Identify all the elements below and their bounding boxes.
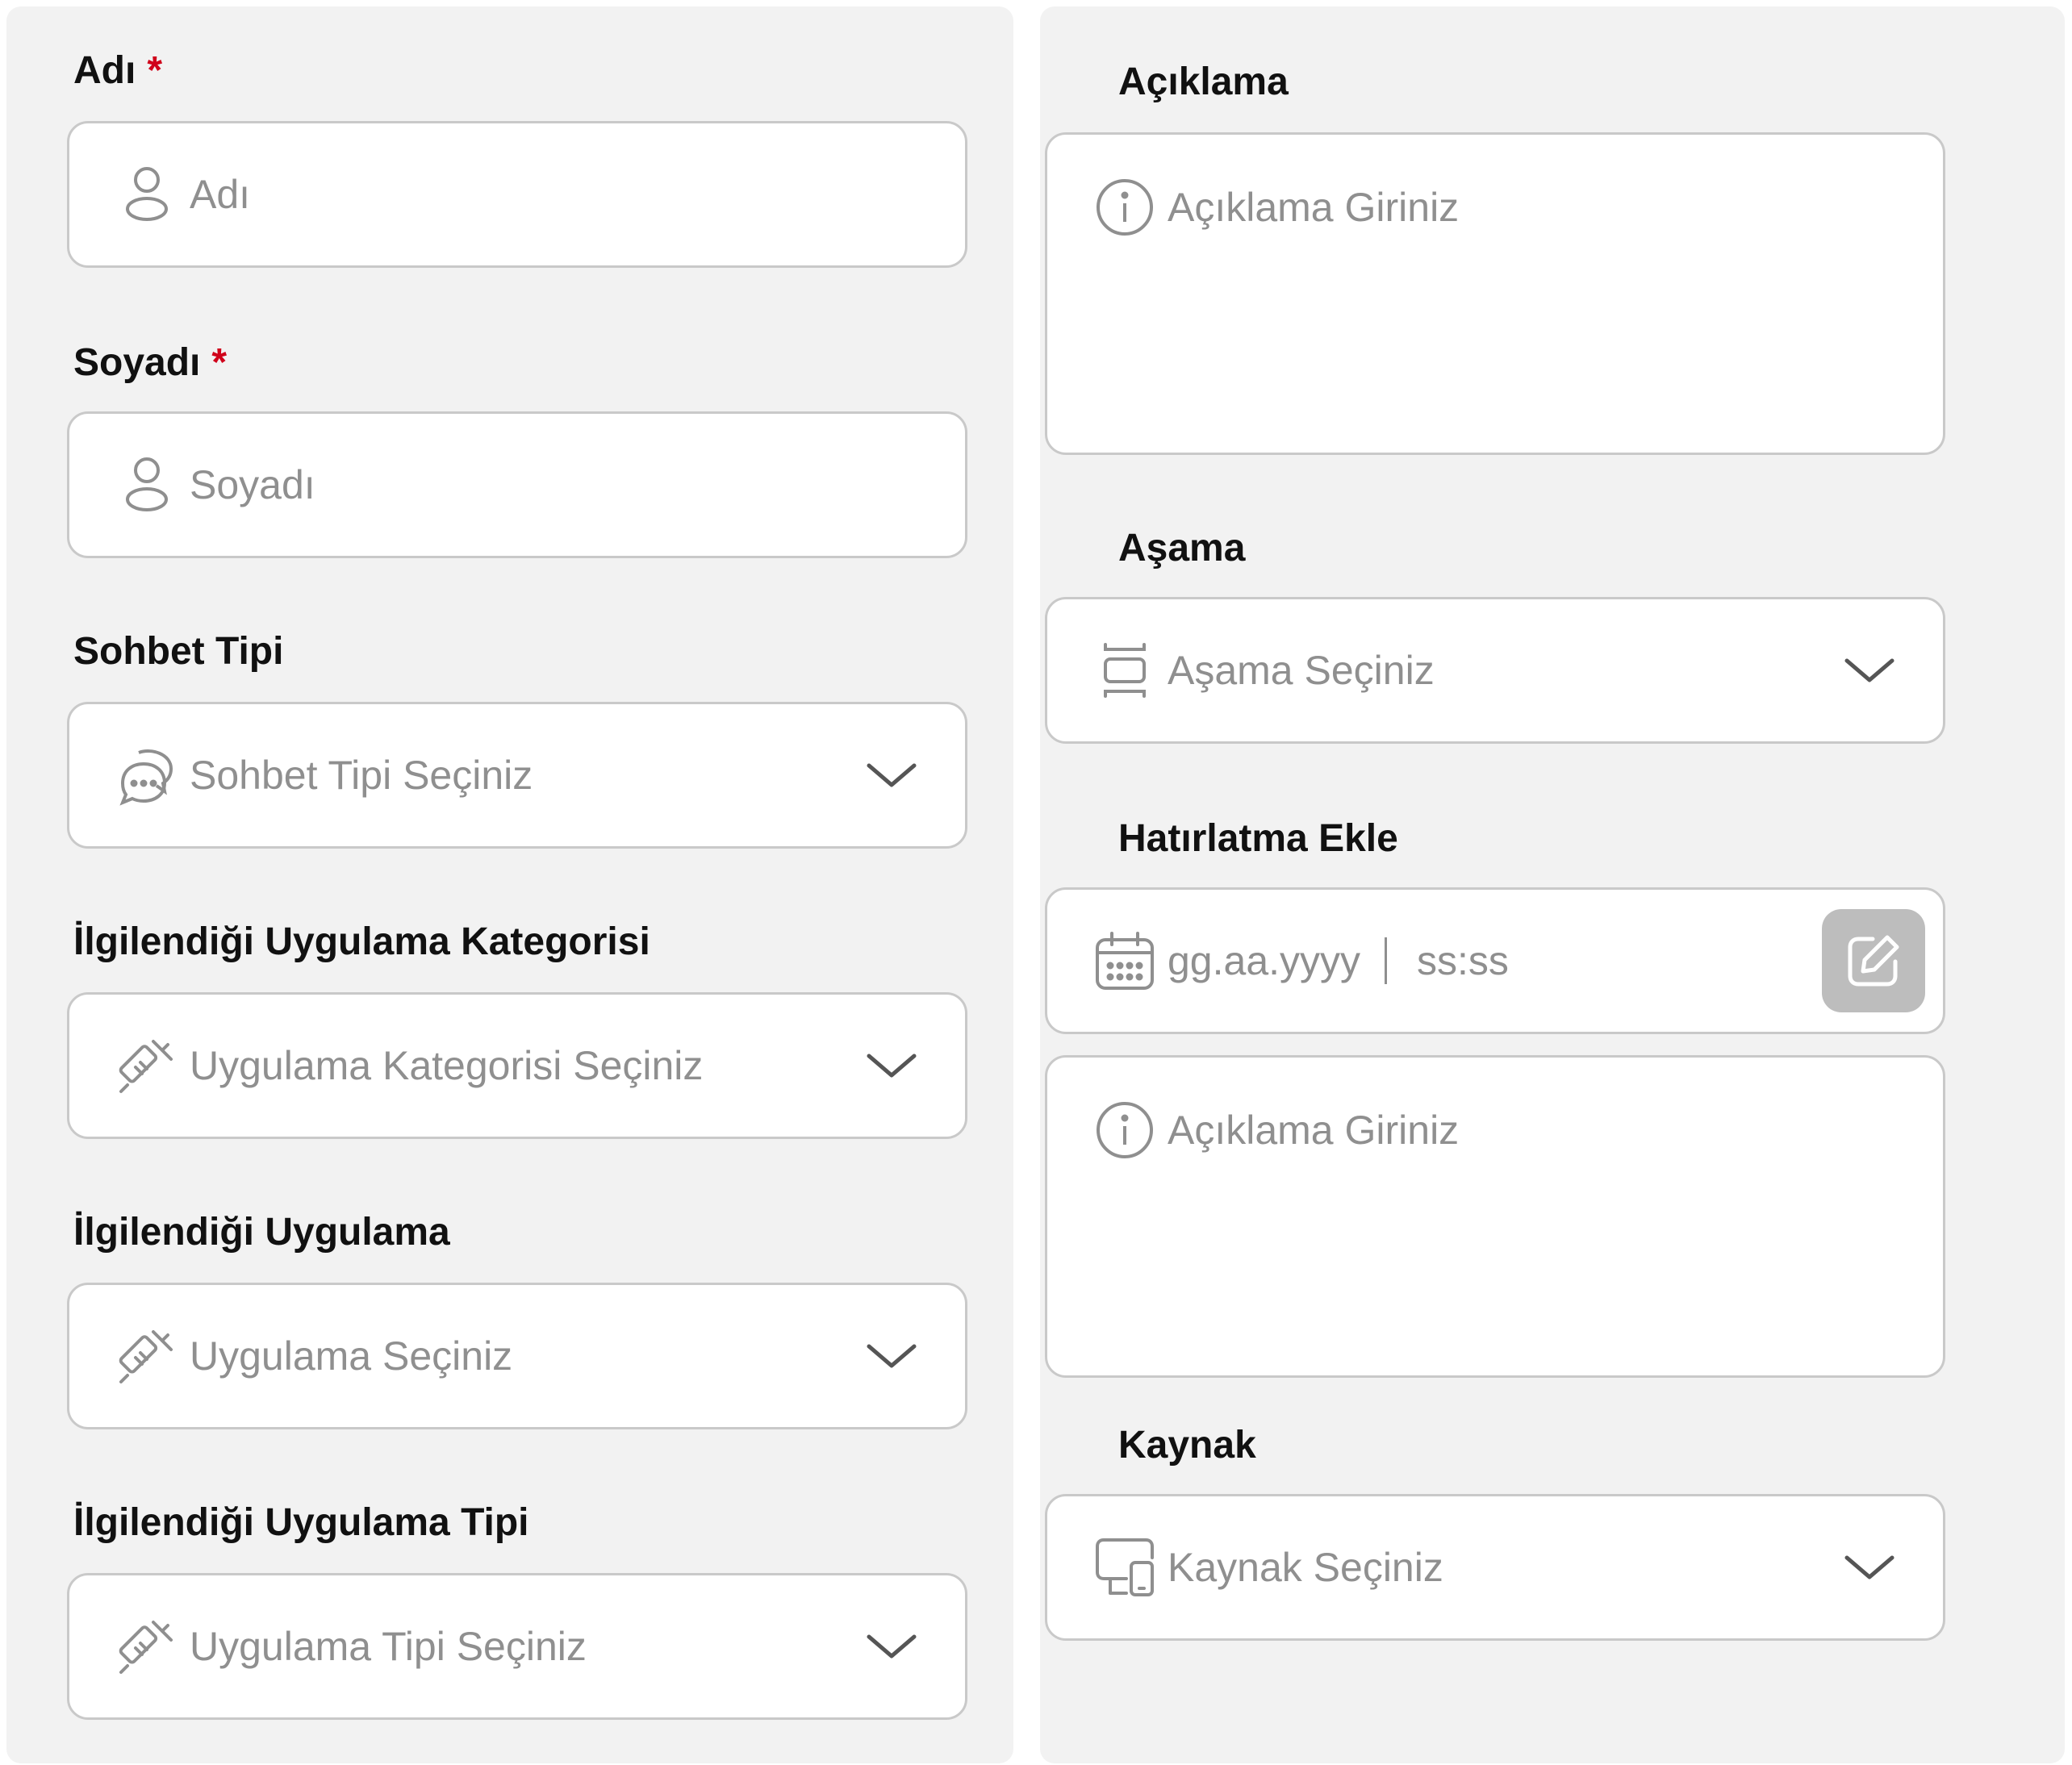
- reminder-note-textarea[interactable]: Açıklama Giriniz: [1045, 1055, 1945, 1378]
- app-category-label: İlgilendiği Uygulama Kategorisi: [73, 920, 650, 963]
- required-mark: *: [211, 341, 228, 384]
- chevron-down-icon[interactable]: [865, 1049, 918, 1082]
- description-label: Açıklama: [1118, 61, 1289, 103]
- user-icon: [116, 164, 178, 225]
- chat-type-select[interactable]: Sohbet Tipi Seçiniz: [67, 702, 967, 849]
- first-name-label-text: Adı: [73, 49, 136, 92]
- stage-icon: [1094, 640, 1155, 701]
- syringe-icon: [116, 1035, 178, 1096]
- stage-label: Aşama: [1118, 527, 1246, 570]
- app-label: İlgilendiği Uygulama: [73, 1211, 450, 1254]
- reminder-note-placeholder: Açıklama Giriniz: [1168, 1108, 1460, 1153]
- app-type-label: İlgilendiği Uygulama Tipi: [73, 1501, 529, 1544]
- source-label: Kaynak: [1118, 1424, 1256, 1467]
- app-placeholder: Uygulama Seçiniz: [190, 1333, 513, 1379]
- description-placeholder: Açıklama Giriniz: [1168, 185, 1460, 230]
- chat-type-label: Sohbet Tipi: [73, 630, 284, 673]
- app-select[interactable]: Uygulama Seçiniz: [67, 1283, 967, 1429]
- info-icon: [1094, 1099, 1155, 1161]
- edit-reminder-button[interactable]: [1822, 909, 1925, 1012]
- last-name-input[interactable]: Soyadı: [67, 411, 967, 558]
- required-mark: *: [147, 49, 163, 92]
- reminder-datetime-input[interactable]: gg.aa.yyyy ss:ss: [1045, 887, 1945, 1034]
- reminder-label: Hatırlatma Ekle: [1118, 817, 1398, 860]
- chevron-down-icon[interactable]: [865, 759, 918, 791]
- stage-placeholder: Aşama Seçiniz: [1168, 648, 1435, 693]
- stage-select[interactable]: Aşama Seçiniz: [1045, 597, 1945, 744]
- app-type-placeholder: Uygulama Tipi Seçiniz: [190, 1624, 587, 1669]
- chevron-down-icon[interactable]: [1843, 1551, 1896, 1583]
- last-name-label-text: Soyadı: [73, 341, 201, 384]
- date-placeholder: gg.aa.yyyy: [1168, 938, 1361, 983]
- calendar-icon: [1094, 930, 1155, 991]
- chevron-down-icon[interactable]: [1843, 654, 1896, 686]
- chat-type-placeholder: Sohbet Tipi Seçiniz: [190, 753, 533, 798]
- syringe-icon: [116, 1616, 178, 1677]
- user-icon: [116, 454, 178, 515]
- time-placeholder: ss:ss: [1417, 938, 1509, 983]
- description-textarea[interactable]: Açıklama Giriniz: [1045, 132, 1945, 455]
- chevron-down-icon[interactable]: [865, 1630, 918, 1663]
- source-placeholder: Kaynak Seçiniz: [1168, 1545, 1443, 1590]
- app-category-select[interactable]: Uygulama Kategorisi Seçiniz: [67, 992, 967, 1139]
- date-time-divider: [1385, 937, 1387, 984]
- source-select[interactable]: Kaynak Seçiniz: [1045, 1494, 1945, 1641]
- edit-icon: [1848, 935, 1899, 987]
- app-category-placeholder: Uygulama Kategorisi Seçiniz: [190, 1043, 704, 1088]
- syringe-icon: [116, 1325, 178, 1387]
- last-name-placeholder: Soyadı: [190, 462, 315, 507]
- chat-bubbles-icon: [116, 745, 178, 806]
- info-icon: [1094, 177, 1155, 238]
- first-name-placeholder: Adı: [190, 172, 251, 217]
- chevron-down-icon[interactable]: [865, 1340, 918, 1372]
- devices-icon: [1094, 1537, 1155, 1598]
- first-name-input[interactable]: Adı: [67, 121, 967, 268]
- app-type-select[interactable]: Uygulama Tipi Seçiniz: [67, 1573, 967, 1720]
- last-name-label: Soyadı *: [73, 339, 227, 387]
- first-name-label: Adı *: [73, 47, 162, 95]
